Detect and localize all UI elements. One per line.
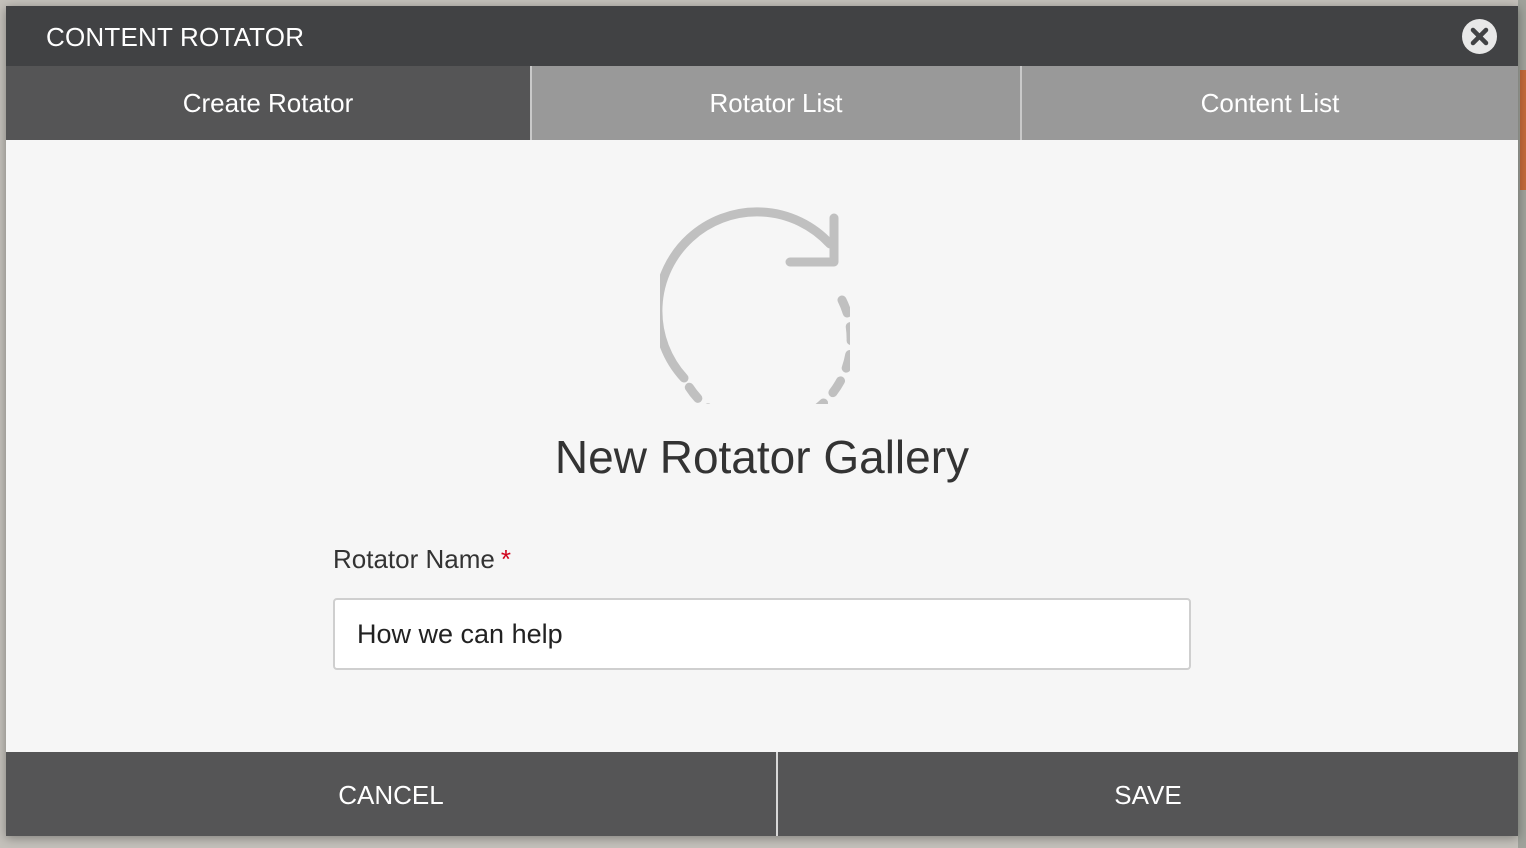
cancel-button[interactable]: CANCEL (6, 752, 778, 836)
rotator-name-label-text: Rotator Name (333, 544, 495, 574)
content-rotator-dialog: CONTENT ROTATOR Create Rotator Rotator L… (6, 6, 1518, 836)
tab-rotator-list[interactable]: Rotator List (530, 66, 1020, 140)
close-icon (1470, 27, 1489, 46)
rotate-dashed-arrow-icon (660, 207, 850, 404)
rotator-name-label: Rotator Name * (333, 544, 511, 575)
tab-content-list[interactable]: Content List (1020, 66, 1518, 140)
dialog-footer: CANCEL SAVE (6, 752, 1518, 836)
required-marker: * (500, 544, 511, 574)
create-rotator-panel: New Rotator Gallery Rotator Name * (6, 140, 1518, 752)
dialog-titlebar: CONTENT ROTATOR (6, 6, 1518, 66)
rotator-name-input[interactable] (333, 598, 1191, 670)
tab-bar: Create Rotator Rotator List Content List (6, 66, 1518, 140)
dialog-title: CONTENT ROTATOR (46, 22, 305, 52)
close-button[interactable] (1462, 19, 1497, 54)
tab-create-rotator[interactable]: Create Rotator (6, 66, 530, 140)
save-button[interactable]: SAVE (778, 752, 1518, 836)
backdrop-accent (1520, 70, 1526, 190)
page-heading: New Rotator Gallery (554, 431, 970, 483)
